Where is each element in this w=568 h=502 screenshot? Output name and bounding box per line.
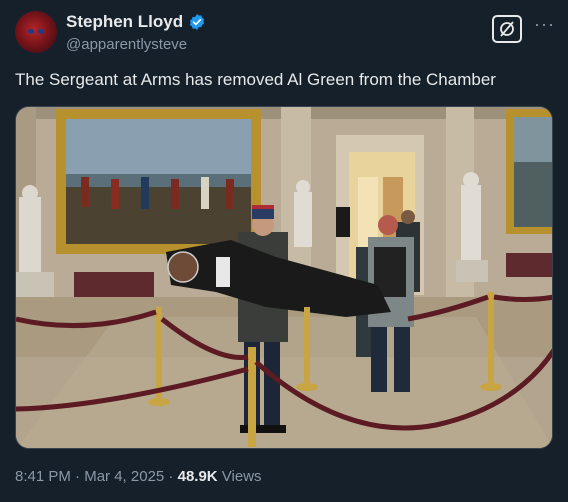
views-count: 48.9K	[177, 468, 218, 485]
verified-badge-icon	[190, 14, 205, 30]
author-avatar[interactable]	[15, 11, 57, 53]
tweet-text: The Sergeant at Arms has removed Al Gree…	[15, 70, 496, 89]
author-name-row: Stephen Lloyd	[66, 12, 206, 32]
avatar-eye	[38, 29, 44, 34]
meta-separator: ·	[70, 468, 85, 485]
author-handle[interactable]: @apparentlysteve	[66, 36, 187, 53]
tweet-date[interactable]: Mar 4, 2025	[84, 468, 164, 485]
author-name[interactable]: Stephen Lloyd	[66, 12, 183, 32]
tweet-time[interactable]: 8:41 PM	[15, 468, 71, 485]
views-label: Views	[217, 468, 262, 485]
tweet-meta: 8:41 PM · Mar 4, 2025 · 48.9K Views	[15, 468, 262, 485]
grok-icon[interactable]	[492, 15, 522, 43]
tweet-photo[interactable]	[15, 106, 553, 449]
more-options-icon[interactable]: ···	[534, 14, 555, 35]
avatar-eye	[28, 29, 34, 34]
meta-separator: ·	[164, 468, 178, 485]
